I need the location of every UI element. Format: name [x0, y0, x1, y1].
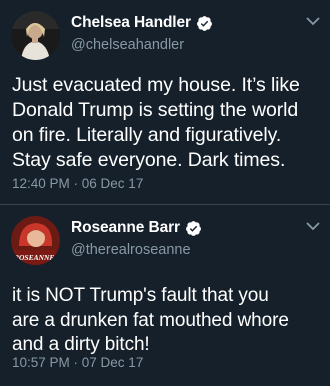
tweet-text-line: Stay safe everyone. Dark times.: [12, 149, 286, 171]
tweet-timestamp[interactable]: 12:40 PM · 06 Dec 17: [12, 176, 143, 191]
chevron-down-icon[interactable]: [306, 221, 320, 231]
verified-badge-icon: [197, 15, 212, 31]
avatar-logo-text: ROSEANNE: [13, 253, 54, 262]
chevron-down-icon[interactable]: [306, 16, 320, 26]
avatar-photo-icon: ROSEANNE: [11, 216, 60, 265]
handle[interactable]: @chelseahandler: [71, 37, 184, 53]
tweet-text-line: on fire. Literally and figuratively.: [12, 124, 282, 146]
display-name[interactable]: Chelsea Handler: [71, 14, 191, 32]
tweet-card[interactable]: Chelsea Handler @chelseahandler Just eva…: [0, 0, 330, 204]
tweet-timestamp[interactable]: 10:57 PM · 07 Dec 17: [12, 355, 143, 370]
avatar[interactable]: ROSEANNE: [11, 216, 60, 265]
avatar-photo-icon: [11, 11, 60, 60]
verified-badge-icon: [186, 220, 201, 236]
tweet-text: Just evacuated my house. It’s like Donal…: [12, 73, 328, 173]
tweet-text-line: and a dirty bitch!: [12, 334, 150, 355]
author-name-row: Chelsea Handler: [71, 14, 213, 32]
avatar[interactable]: [11, 11, 60, 60]
tweet-text-line: are a drunken fat mouthed whore: [12, 309, 289, 331]
tweet-text-line: Just evacuated my house. It’s like: [12, 74, 300, 96]
tweet-text-line: it is NOT Trump's fault that you: [12, 285, 269, 306]
tweet-text: it is NOT Trump's fault that you are a d…: [12, 284, 328, 358]
handle[interactable]: @therealroseanne: [71, 242, 191, 258]
display-name[interactable]: Roseanne Barr: [71, 219, 180, 237]
author-name-row: Roseanne Barr: [71, 219, 202, 237]
tweet-text-line: Donald Trump is setting the world: [12, 99, 299, 121]
tweet-timeline: Chelsea Handler @chelseahandler Just eva…: [0, 0, 330, 386]
tweet-card[interactable]: ROSEANNE Roseanne Barr @therealroseanne …: [0, 205, 330, 386]
